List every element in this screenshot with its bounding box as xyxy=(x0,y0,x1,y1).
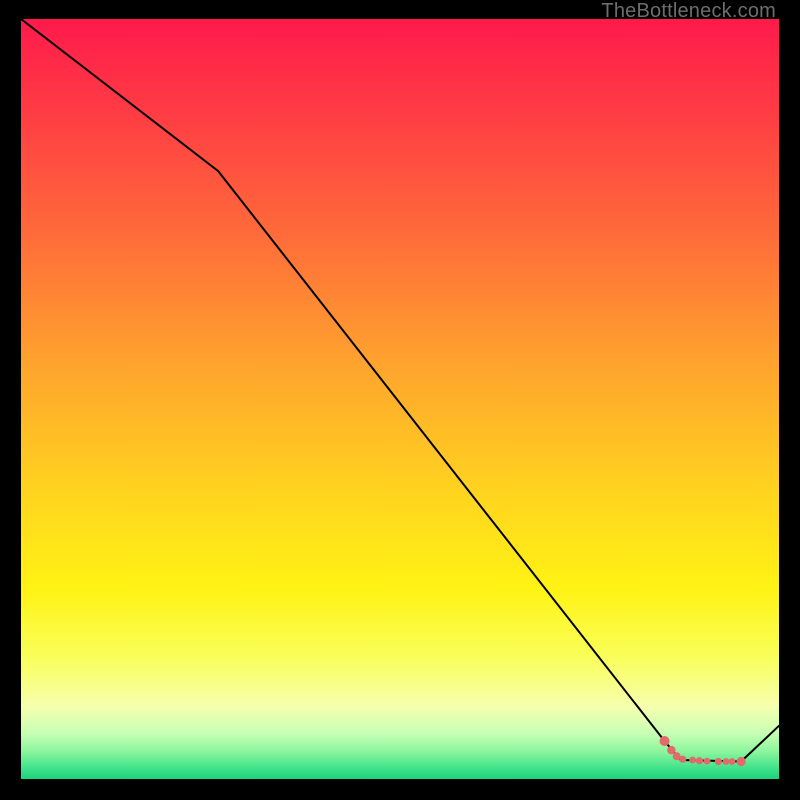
highlight-marker xyxy=(696,757,703,764)
highlight-marker xyxy=(737,757,746,766)
chart-frame xyxy=(21,19,779,779)
highlight-marker xyxy=(660,736,670,746)
highlight-marker xyxy=(689,757,696,764)
chart-background xyxy=(21,19,779,779)
highlight-marker xyxy=(715,758,722,765)
highlight-marker xyxy=(729,758,736,765)
watermark-text: TheBottleneck.com xyxy=(601,0,776,23)
highlight-marker xyxy=(679,756,686,763)
highlight-marker xyxy=(704,758,711,765)
bottleneck-chart xyxy=(21,19,779,779)
highlight-marker xyxy=(723,758,730,765)
